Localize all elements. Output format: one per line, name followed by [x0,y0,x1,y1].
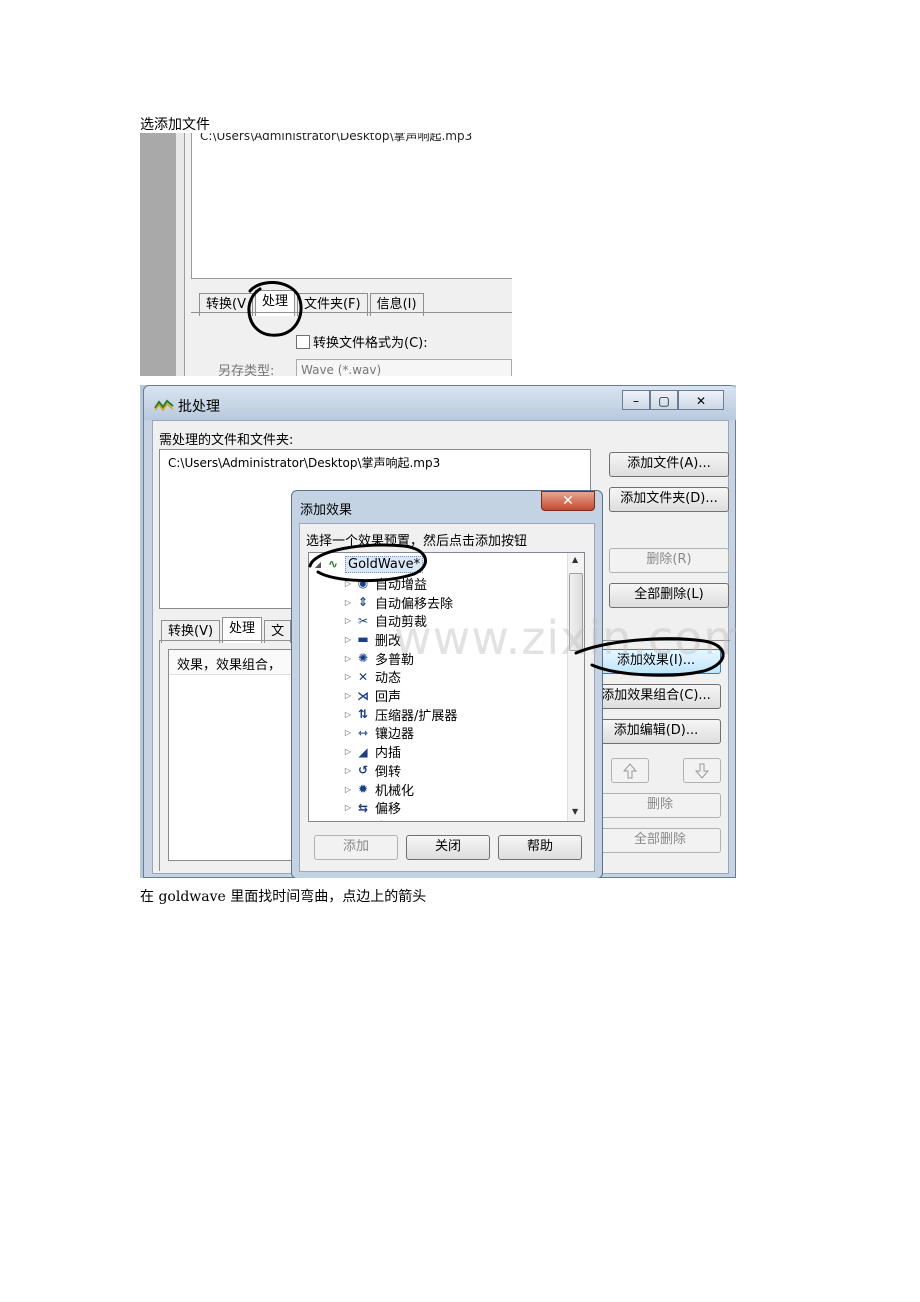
tree-item-label: 音调 [375,817,401,822]
censor-icon: ▬ [357,632,369,647]
files-label: 需处理的文件和文件夹: [159,433,294,448]
effect-remove-button[interactable]: 删除 [599,793,721,818]
expand-arrow-icon[interactable]: ▷ [343,654,353,663]
screenshot-batch-tabs: C:\Users\Administrator\Desktop\掌声响起.mp3 … [140,133,512,376]
tree-item[interactable]: ▷ ↺ 倒转 [343,761,401,780]
tree-item[interactable]: ▷ ⇅ 压缩器/扩展器 [343,705,457,724]
remove-all-button[interactable]: 全部删除(L) [609,583,729,608]
tree-item[interactable]: ▷ ⇆ 偏移 [343,798,402,818]
left-frame [140,133,176,376]
tree-item-label: 偏移 [375,802,402,818]
expand-arrow-icon[interactable]: ▷ [343,616,353,625]
effect-remove-all-button[interactable]: 全部删除 [599,828,721,853]
auto-trim-icon: ✂ [357,613,369,628]
tree-item-label: 镶边器 [375,727,415,743]
tree-item[interactable]: ▷ ◢ 内插 [343,742,402,762]
window-title: 批处理 [178,399,220,415]
dialog-close-text-button[interactable]: 关闭 [406,835,490,860]
tree-item[interactable]: ▷ ⋊ 回声 [343,686,402,706]
doppler-icon: ✺ [357,651,369,666]
expand-arrow-icon[interactable]: ▷ [343,635,353,644]
screenshot-batch-window: 批处理 – ▢ ✕ 需处理的文件和文件夹: C:\Users\Administr… [140,385,736,878]
tree-item[interactable]: ▷ ✕ 动态 [343,668,401,687]
expand-arrow-icon[interactable]: ▷ [343,598,353,607]
dialog-help-button[interactable]: 帮助 [498,835,582,860]
hand-drawn-circle-add-effect [574,637,725,677]
expand-arrow-icon[interactable]: ▷ [343,803,353,812]
hand-drawn-circle-goldwave [308,543,427,583]
dialog-close-button[interactable]: ✕ [541,491,595,511]
dynamics-icon: ✕ [357,669,369,684]
expand-arrow-icon[interactable]: ▷ [343,747,353,756]
pitch-icon: ♪ [355,819,371,821]
batch-window: 批处理 – ▢ ✕ 需处理的文件和文件夹: C:\Users\Administr… [143,385,736,878]
expand-arrow-icon[interactable]: ▷ [343,710,353,719]
left-frame-edge [176,133,185,376]
expand-arrow-icon[interactable]: ▷ [343,728,353,737]
save-as-select[interactable]: Wave (*.wav) [296,359,512,376]
tree-item[interactable]: ▷♪音调 [343,817,401,822]
offset-icon: ⇆ [357,800,369,815]
remove-button[interactable]: 删除(R) [609,548,729,573]
file-entry[interactable]: C:\Users\Administrator\Desktop\掌声响起.mp3 [168,454,440,471]
minimize-button[interactable]: – [622,390,650,410]
dialog-add-button[interactable]: 添加 [314,835,398,860]
expand-arrow-icon[interactable]: ▷ [343,691,353,700]
flanger-icon: ⇿ [357,725,369,740]
tree-item[interactable]: ▷ ⇕ 自动偏移去除 [343,593,453,612]
scroll-up-icon[interactable]: ▲ [572,555,578,564]
expand-arrow-icon[interactable]: ▷ [343,672,353,681]
tree-item[interactable]: ▷ ✹ 机械化 [343,780,414,799]
title-bar: 批处理 – ▢ ✕ [144,386,736,420]
goldwave-app-icon [154,399,174,412]
add-edit-button[interactable]: 添加编辑(D)... [591,719,721,744]
expand-arrow-icon[interactable]: ▷ [343,766,353,775]
add-file-button[interactable]: 添加文件(A)... [609,452,729,477]
move-up-button[interactable] [611,758,649,783]
tree-item-label: 机械化 [375,783,415,799]
effects-column-header: 效果，效果组合， [177,658,282,673]
caption-bottom: 在 goldwave 里面找时间弯曲，点边上的箭头 [140,889,427,905]
offset-removal-icon: ⇕ [357,595,369,610]
tree-item[interactable]: ▷ ▬ 删改 [343,630,401,649]
effects-tree[interactable]: ◢ ∿ GoldWave* ▷ ◉ 自动增益 ▷ ⇕ 自动偏移去除 ▷ ✂ 自动剪裁 ▷ ▬ 删改 ▷ ✺… [308,552,585,822]
invert-icon: ↺ [357,763,369,778]
close-window-button[interactable]: ✕ [678,390,724,410]
echo-icon: ⋊ [357,688,369,703]
tree-item[interactable]: ▷ ⇿ 镶边器 [343,724,414,743]
dialog-title: 添加效果 [300,503,353,518]
hand-drawn-circle-process-tab [247,281,303,337]
save-as-label: 另存类型: [218,364,275,376]
interpolate-icon: ◢ [358,744,368,759]
tree-item-label: 动态 [375,671,402,687]
maximize-button[interactable]: ▢ [650,390,678,410]
mechanize-icon: ✹ [357,782,369,797]
expand-arrow-icon[interactable]: ▷ [343,785,353,794]
move-up-arrow-icon [622,763,638,779]
tree-item-label: 自动偏移去除 [375,596,454,612]
tree-item-label: 倒转 [375,764,402,780]
move-down-button[interactable] [683,758,721,783]
add-effect-chain-button[interactable]: 添加效果组合(C)... [591,684,721,709]
file-list[interactable]: C:\Users\Administrator\Desktop\掌声响起.mp3 [191,133,512,279]
tree-item-label: 压缩器/扩展器 [375,708,458,724]
tree-scrollbar[interactable]: ▲ ▼ [567,553,584,821]
convert-format-label: 转换文件格式为(C): [313,336,428,351]
compressor-icon: ⇅ [357,707,369,722]
scroll-down-icon[interactable]: ▼ [572,807,578,816]
tree-item-label: 内插 [375,746,402,762]
move-down-arrow-icon [694,763,710,779]
caption-top: 选添加文件 [140,117,210,133]
tree-item-label: 回声 [375,690,402,706]
add-folder-button[interactable]: 添加文件夹(D)... [609,487,729,512]
file-path: C:\Users\Administrator\Desktop\掌声响起.mp3 [200,133,473,143]
